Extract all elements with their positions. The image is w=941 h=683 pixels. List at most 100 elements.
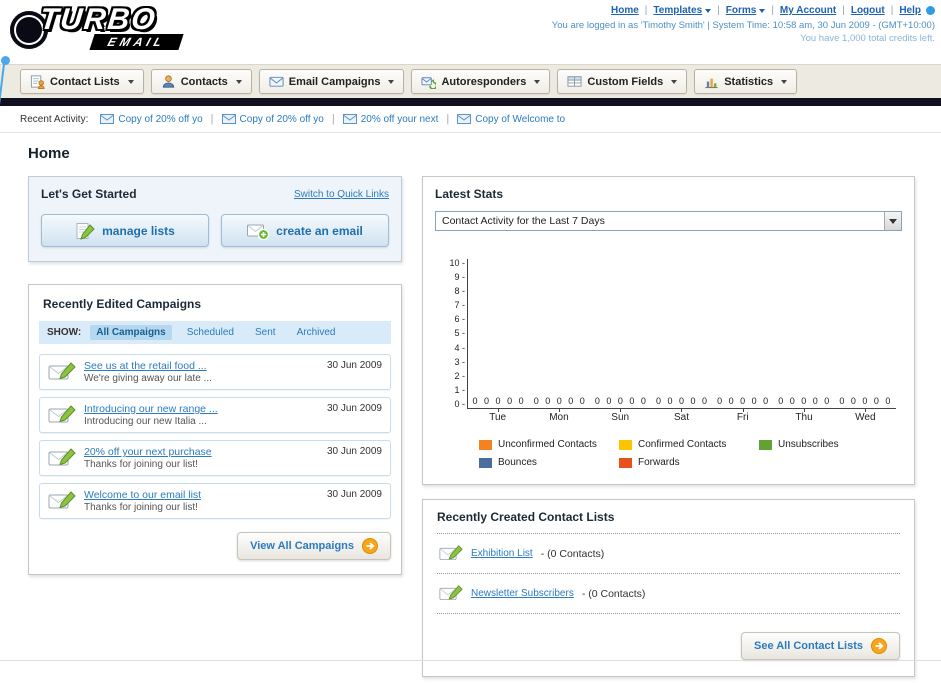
chart-value-group: 0 0 0 0 0 [839, 396, 892, 406]
legend-label: Unconfirmed Contacts [498, 439, 597, 450]
campaign-list-item[interactable]: See us at the retail food ... We're givi… [39, 354, 391, 390]
view-all-campaigns-button[interactable]: View All Campaigns [237, 532, 391, 560]
nav-link-forms[interactable]: Forms [726, 5, 766, 16]
nav-link-help[interactable]: Help [899, 5, 921, 16]
campaign-subtitle: We're giving away our late ... [84, 373, 212, 384]
contact-list-item[interactable]: Newsletter Subscribers - (0 Contacts) [437, 574, 900, 614]
campaign-date: 30 Jun 2009 [326, 360, 382, 371]
contact-lists-panel-title: Recently Created Contact Lists [437, 510, 615, 524]
y-axis-tick: 1 - [454, 384, 465, 395]
campaign-subtitle: Introducing our new Italia ... [84, 416, 207, 427]
turbo-email-logo[interactable]: TURBO EMAIL [10, 3, 184, 50]
tab-autoresponders[interactable]: Autoresponders [411, 69, 551, 94]
recent-activity-label: Recent Activity: [20, 113, 89, 125]
nav-link-templates[interactable]: Templates [653, 5, 712, 16]
create-email-button[interactable]: create an email [221, 214, 389, 247]
envelope-pencil-icon [48, 404, 76, 426]
campaign-list-item[interactable]: 20% off your next purchase Thanks for jo… [39, 440, 391, 476]
get-started-panel: Let's Get Started Switch to Quick Links … [28, 176, 402, 262]
campaign-list-item[interactable]: Introducing our new range ... Introducin… [39, 397, 391, 433]
top-navigation: Home Templates Forms My Account Logout H… [552, 5, 935, 16]
see-all-contact-lists-button[interactable]: See All Contact Lists [740, 632, 900, 660]
chevron-down-icon [534, 79, 541, 84]
chart-legend: Unconfirmed Contacts Confirmed Contacts Un… [479, 439, 902, 468]
chart-value-labels: 0 0 0 0 0 0 0 0 0 0 0 0 0 0 0 0 0 0 0 0 0 0 … [468, 396, 896, 406]
envelope-plus-icon [247, 222, 269, 240]
help-indicator-dot [926, 6, 935, 15]
y-axis-tick: 7 - [454, 300, 465, 311]
tab-email-campaigns-label: Email Campaigns [288, 75, 381, 88]
filter-tab-all-campaigns[interactable]: All Campaigns [90, 325, 172, 340]
legend-swatch [619, 457, 632, 468]
dropdown-button[interactable] [884, 212, 901, 230]
stats-period-value: Contact Activity for the Last 7 Days [442, 215, 605, 227]
tab-email-campaigns[interactable]: Email Campaigns [258, 69, 405, 94]
contact-list-count: - (0 Contacts) [540, 547, 605, 560]
tab-autoresponders-label: Autoresponders [441, 75, 527, 88]
x-axis-label: Sun [590, 408, 651, 423]
tab-contacts[interactable]: Contacts [150, 69, 252, 94]
statistics-icon [704, 74, 719, 89]
y-axis-tick: 8 - [454, 286, 465, 297]
campaign-list-item[interactable]: Welcome to our email list Thanks for joi… [39, 483, 391, 519]
tab-contact-lists-label: Contact Lists [50, 75, 120, 88]
chart-plot-area: 0 0 0 0 0 0 0 0 0 0 0 0 0 0 0 0 0 0 0 0 0 0 … [467, 259, 896, 409]
stats-period-select[interactable]: Contact Activity for the Last 7 Days [435, 211, 902, 231]
recent-activity-item[interactable]: Copy of Welcome to [457, 114, 565, 125]
get-started-title: Let's Get Started [41, 187, 137, 201]
contact-list-item[interactable]: Exhibition List - (0 Contacts) [437, 534, 900, 574]
campaign-title-link[interactable]: 20% off your next purchase [84, 446, 319, 458]
contact-list-name-link[interactable]: Newsletter Subscribers [471, 588, 574, 599]
envelope-pencil-icon [48, 447, 76, 469]
legend-item: Confirmed Contacts [619, 439, 759, 450]
campaign-subtitle: Thanks for joining our list! [84, 502, 198, 513]
tab-custom-fields[interactable]: Custom Fields [557, 69, 688, 94]
recent-activity-item[interactable]: Copy of 20% off yo [100, 114, 203, 125]
chevron-down-icon [388, 79, 395, 84]
campaign-title-link[interactable]: See us at the retail food ... [84, 360, 319, 372]
nav-link-my-account[interactable]: My Account [780, 5, 836, 16]
legend-swatch [479, 439, 492, 450]
campaign-subtitle: Thanks for joining our list! [84, 459, 198, 470]
campaign-title-link[interactable]: Welcome to our email list [84, 489, 319, 501]
chart-value-group: 0 0 0 0 0 [655, 396, 708, 406]
x-axis-label: Tue [467, 408, 528, 423]
tab-statistics[interactable]: Statistics [694, 69, 798, 94]
credits-text: You have 1,000 total credits left. [800, 33, 935, 44]
tab-statistics-label: Statistics [724, 75, 774, 88]
envelope-pencil-icon [48, 361, 76, 383]
campaigns-filter-bar: SHOW: All Campaigns Scheduled Sent Archi… [39, 321, 391, 344]
contact-activity-chart: 10 - 9 - 8 - 7 - 6 - 5 - 4 - 3 - 2 - 1 - 0 - 0 0 0… [439, 259, 896, 423]
nav-link-logout[interactable]: Logout [851, 5, 885, 16]
logo-text: TURBO EMAIL [38, 3, 184, 50]
envelope-pencil-icon [439, 544, 463, 563]
manage-lists-button[interactable]: manage lists [41, 214, 209, 247]
filter-tab-sent[interactable]: Sent [249, 325, 282, 340]
y-axis-tick: 10 - [449, 258, 465, 268]
chart-value-group: 0 0 0 0 0 [594, 396, 647, 406]
campaign-date: 30 Jun 2009 [326, 403, 382, 414]
arrow-circle-icon [871, 638, 887, 654]
chart-value-group: 0 0 0 0 0 [717, 396, 770, 406]
x-axis-label: Wed [835, 408, 896, 423]
y-axis-tick: 3 - [454, 356, 465, 367]
tab-contact-lists[interactable]: Contact Lists [20, 69, 144, 94]
chevron-down-icon [235, 79, 242, 84]
recent-activity-item[interactable]: Copy of 20% off yo [222, 114, 324, 125]
recent-activity-item[interactable]: 20% off your next [343, 114, 438, 125]
envelope-pencil-icon [48, 490, 76, 512]
contact-list-name-link[interactable]: Exhibition List [471, 548, 533, 559]
legend-item: Forwards [619, 457, 759, 468]
filter-tab-archived[interactable]: Archived [291, 325, 342, 340]
chevron-down-icon [127, 79, 134, 84]
switch-to-quick-links[interactable]: Switch to Quick Links [294, 189, 389, 200]
recent-activity-item-label: Copy of Welcome to [475, 113, 566, 125]
nav-link-home[interactable]: Home [611, 5, 639, 16]
legend-label: Bounces [498, 457, 537, 468]
campaign-title-link[interactable]: Introducing our new range ... [84, 403, 319, 415]
campaign-text: See us at the retail food ... We're givi… [84, 360, 319, 384]
autoresponders-icon [421, 74, 436, 89]
filter-tab-scheduled[interactable]: Scheduled [181, 325, 240, 340]
latest-stats-title: Latest Stats [435, 187, 504, 201]
x-axis-label: Fri [712, 408, 773, 423]
